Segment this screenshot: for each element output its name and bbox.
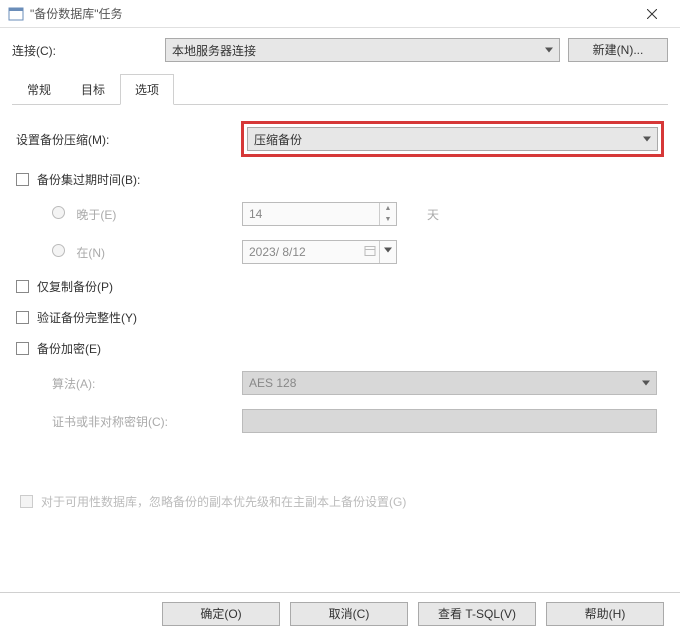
tab-target[interactable]: 目标	[66, 74, 120, 105]
copy-only-label: 仅复制备份(P)	[37, 278, 113, 295]
days-spinner: 14 ▲ ▼	[242, 202, 397, 226]
spinner-buttons: ▲ ▼	[379, 203, 396, 225]
spinner-down-icon: ▼	[380, 214, 396, 225]
encrypt-checkbox[interactable]	[16, 342, 29, 355]
spinner-up-icon: ▲	[380, 203, 396, 214]
compression-label: 设置备份压缩(M):	[16, 131, 244, 148]
copy-only-checkbox[interactable]	[16, 280, 29, 293]
title-bar: "备份数据库"任务	[0, 0, 680, 28]
days-unit: 天	[427, 206, 439, 223]
tab-bar: 常规 目标 选项	[12, 74, 668, 105]
close-button[interactable]	[632, 2, 672, 26]
later-than-label: 晚于(E)	[76, 208, 116, 222]
expire-checkbox[interactable]	[16, 173, 29, 186]
app-icon	[8, 6, 24, 22]
availability-checkbox	[20, 495, 33, 508]
connection-label: 连接(C):	[12, 42, 157, 59]
encrypt-label: 备份加密(E)	[37, 340, 101, 357]
connection-select[interactable]: 本地服务器连接	[165, 38, 560, 62]
algorithm-label: 算法(A):	[52, 375, 242, 392]
chevron-down-icon	[384, 247, 392, 252]
highlight-frame: 压缩备份	[241, 121, 664, 157]
calendar-icon	[364, 245, 376, 260]
compression-select[interactable]: 压缩备份	[247, 127, 658, 151]
algorithm-select: AES 128	[242, 371, 657, 395]
days-value: 14	[249, 207, 262, 221]
ok-button[interactable]: 确定(O)	[162, 602, 280, 626]
cert-label: 证书或非对称密钥(C):	[52, 413, 242, 430]
compression-value: 压缩备份	[254, 131, 302, 148]
at-radio	[52, 244, 65, 257]
help-button[interactable]: 帮助(H)	[546, 602, 664, 626]
expire-label: 备份集过期时间(B):	[37, 171, 140, 188]
chevron-down-icon	[643, 137, 651, 142]
cancel-button[interactable]: 取消(C)	[290, 602, 408, 626]
algorithm-value: AES 128	[249, 376, 296, 390]
chevron-down-icon	[642, 381, 650, 386]
chevron-down-icon	[545, 48, 553, 53]
date-value: 2023/ 8/12	[249, 245, 306, 259]
tab-general[interactable]: 常规	[12, 74, 66, 105]
at-label: 在(N)	[76, 246, 105, 260]
date-dropdown-button	[379, 241, 396, 263]
later-than-radio	[52, 206, 65, 219]
verify-checkbox[interactable]	[16, 311, 29, 324]
new-connection-button[interactable]: 新建(N)...	[568, 38, 668, 62]
availability-note: 对于可用性数据库，忽略备份的副本优先级和在主副本上备份设置(G)	[41, 493, 406, 510]
tab-options[interactable]: 选项	[120, 74, 174, 105]
verify-label: 验证备份完整性(Y)	[37, 309, 137, 326]
dialog-footer: 确定(O) 取消(C) 查看 T-SQL(V) 帮助(H)	[0, 592, 680, 634]
date-picker: 2023/ 8/12	[242, 240, 397, 264]
cert-select	[242, 409, 657, 433]
connection-value: 本地服务器连接	[172, 42, 256, 59]
view-tsql-button[interactable]: 查看 T-SQL(V)	[418, 602, 536, 626]
window-title: "备份数据库"任务	[30, 5, 632, 22]
